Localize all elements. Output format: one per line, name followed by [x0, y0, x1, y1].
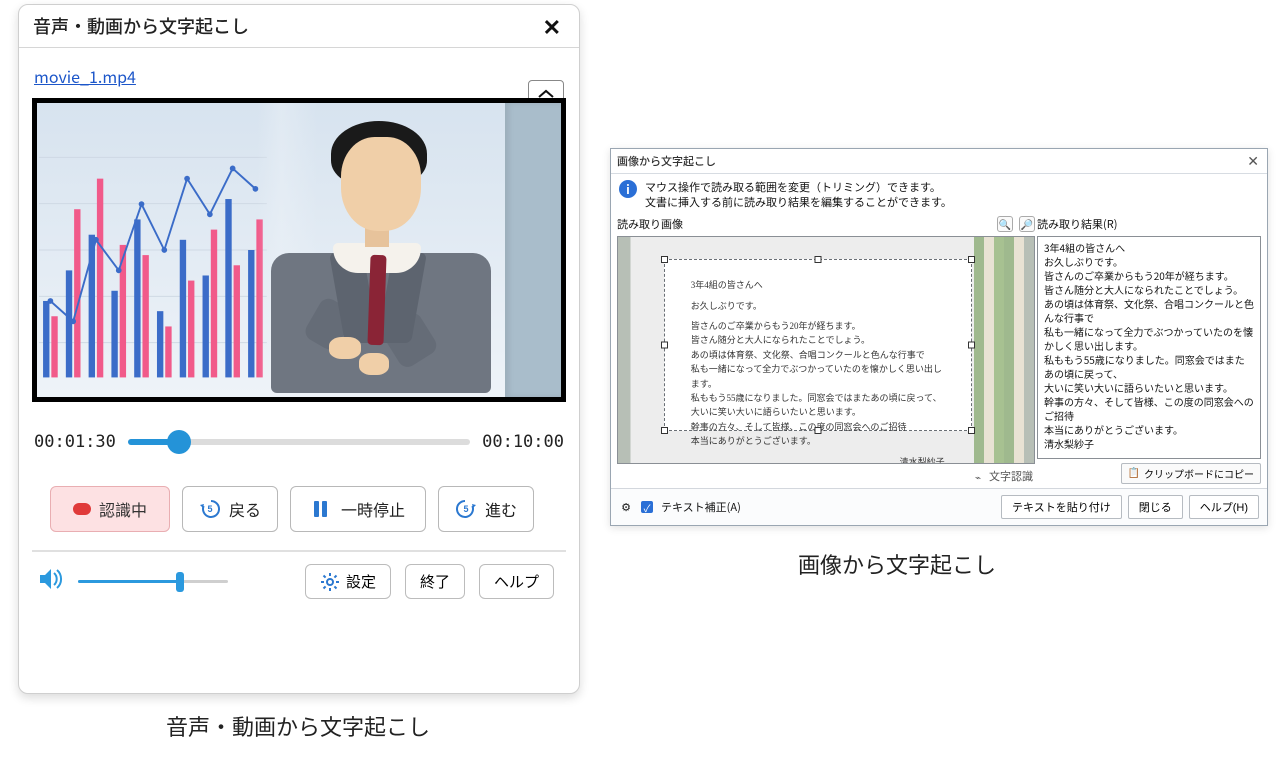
ocr-info-line2: 文書に挿入する前に読み取り結果を編集することができます。 [645, 195, 952, 210]
source-file-link[interactable]: movie_1.mp4 [34, 64, 564, 88]
help-button[interactable]: ヘルプ(H) [1189, 495, 1259, 519]
gear-icon [320, 572, 340, 592]
zoom-out-icon: 🔎 [1021, 216, 1033, 231]
ocr-result-textarea[interactable]: 3年4組の皆さんへ お久しぶりです。 皆さんのご卒業からもう20年が経ちます。 … [1037, 236, 1261, 459]
crop-handle[interactable] [661, 256, 668, 263]
pause-button[interactable]: 一時停止 [290, 486, 426, 532]
svg-text:5: 5 [208, 504, 213, 514]
skip-back-icon: 5 [199, 498, 221, 520]
ocr-info-banner: i マウス操作で読み取る範囲を変更（トリミング）できます。 文書に挿入する前に読… [611, 174, 1267, 214]
seek-slider[interactable] [128, 439, 470, 445]
volume-slider[interactable] [78, 580, 228, 583]
gear-icon[interactable]: ⚙ [619, 500, 633, 514]
skip-forward-button[interactable]: 5 進む [438, 486, 534, 532]
crop-handle[interactable] [814, 427, 821, 434]
ocr-engine-label: 文字認識 [989, 468, 1033, 484]
projected-chart [37, 103, 273, 397]
ocr-info-line1: マウス操作で読み取る範囲を変更（トリミング）できます。 [645, 180, 952, 195]
zoom-in-icon: 🔍 [999, 216, 1011, 231]
skip-back-label: 戻る [229, 497, 261, 521]
svg-text:5: 5 [464, 504, 469, 514]
skip-back-button[interactable]: 5 戻る [182, 486, 278, 532]
ocr-engine-icon: ⌁ [971, 469, 985, 483]
text-correction-checkbox[interactable]: ✓ [641, 501, 653, 513]
zoom-out-button[interactable]: 🔎 [1019, 216, 1035, 232]
ocr-title: 画像から文字起こし [617, 153, 716, 169]
close-button[interactable]: 閉じる [1128, 495, 1183, 519]
video-preview[interactable] [32, 98, 566, 402]
scan-section-label: 読み取り画像 [617, 216, 683, 232]
crop-handle[interactable] [968, 342, 975, 349]
ocr-titlebar: 画像から文字起こし ✕ [611, 149, 1267, 174]
zoom-in-button[interactable]: 🔍 [997, 216, 1013, 232]
recognizing-label: 認識中 [99, 497, 147, 521]
crop-handle[interactable] [968, 427, 975, 434]
crop-handle[interactable] [814, 256, 821, 263]
recognizing-button[interactable]: 認識中 [50, 486, 170, 532]
copy-clipboard-button[interactable]: 📋 クリップボードにコピー [1121, 463, 1261, 484]
presenter-figure [257, 103, 561, 397]
record-icon [73, 503, 91, 515]
time-total: 00:10:00 [482, 432, 564, 452]
pause-icon [311, 498, 333, 520]
pause-label: 一時停止 [341, 497, 405, 521]
av-title: 音声・動画から文字起こし [33, 13, 249, 39]
clipboard-icon: 📋 [1128, 468, 1140, 479]
paste-text-button[interactable]: テキストを貼り付け [1001, 495, 1122, 519]
close-icon[interactable]: ✕ [539, 13, 565, 39]
settings-button[interactable]: 設定 [305, 564, 391, 599]
settings-label: 設定 [346, 571, 376, 592]
scan-image-canvas[interactable]: 3年4組の皆さんへ お久しぶりです。 皆さんのご卒業からもう20年が経ちます。 … [617, 236, 1035, 464]
volume-icon[interactable] [38, 567, 68, 596]
caption-image-ocr: 画像から文字起こし [798, 548, 996, 580]
caption-audio-video: 音声・動画から文字起こし [166, 710, 430, 742]
close-icon[interactable]: ✕ [1243, 151, 1263, 171]
crop-handle[interactable] [968, 256, 975, 263]
exit-button[interactable]: 終了 [405, 564, 465, 599]
skip-forward-icon: 5 [455, 498, 477, 520]
help-button[interactable]: ヘルプ [479, 564, 554, 599]
info-icon: i [619, 180, 637, 198]
skip-forward-label: 進む [485, 497, 517, 521]
crop-selection[interactable]: 3年4組の皆さんへ お久しぶりです。 皆さんのご卒業からもう20年が経ちます。 … [664, 259, 972, 431]
av-titlebar: 音声・動画から文字起こし ✕ [19, 5, 579, 48]
crop-handle[interactable] [661, 427, 668, 434]
text-correction-label: テキスト補正(A) [661, 499, 741, 515]
time-current: 00:01:30 [34, 432, 116, 452]
result-section-label: 読み取り結果(R) [1037, 216, 1117, 232]
crop-handle[interactable] [661, 342, 668, 349]
image-ocr-dialog: 画像から文字起こし ✕ i マウス操作で読み取る範囲を変更（トリミング）できます… [610, 148, 1268, 526]
audio-video-transcription-panel: 音声・動画から文字起こし ✕ movie_1.mp4 [18, 4, 580, 694]
